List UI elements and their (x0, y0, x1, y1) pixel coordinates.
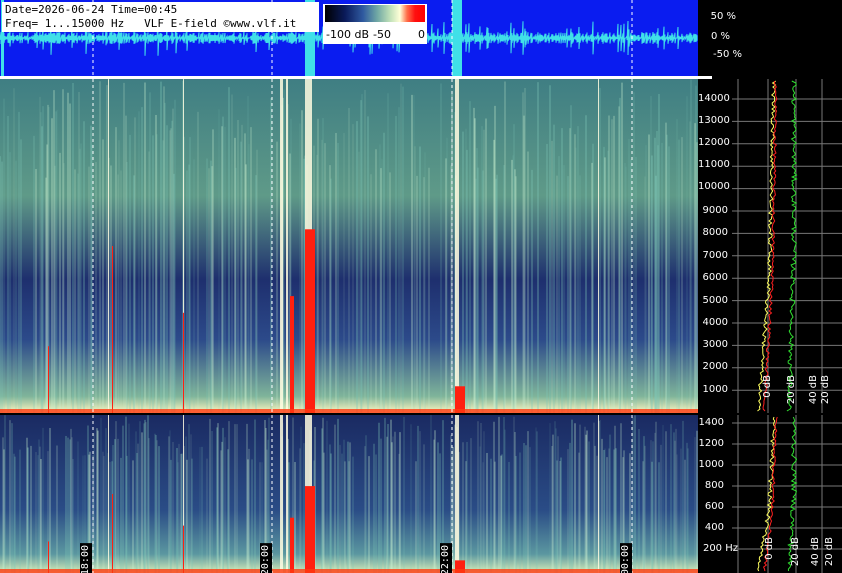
freq-label: 2000 (702, 361, 728, 372)
date-time-label: Date=2026-06-24 Time=00:45 (5, 3, 178, 16)
colorbar-label-max: 0 (418, 28, 425, 41)
vlf-spectrogram-display: Date=2026-06-24 Time=00:45 Freq= 1...1500… (0, 0, 842, 573)
pct-label-0: 0 % (710, 31, 730, 42)
average-spectrum-full-band: 14000 13000 12000 11000 10000 9000 8000 … (698, 79, 842, 413)
pct-label-50: 50 % (710, 11, 736, 22)
freq-source-label: Freq= 1...15000 Hz VLF E-field ©www.vlf.… (5, 17, 297, 30)
db-label: 40 dB (808, 375, 819, 405)
freq-label: 10000 (698, 181, 730, 192)
db-label: 0 dB (764, 537, 775, 560)
colorbar-label-min: -100 dB (326, 28, 369, 41)
freq-label: 3000 (702, 339, 728, 350)
time-mark-22: 22:00 (440, 543, 452, 573)
spectrogram-low-band: 18:00 20:00 22:00 00:00 (0, 415, 698, 573)
freq-label: 200 Hz (702, 543, 738, 554)
freq-label: 9000 (702, 205, 728, 216)
time-mark-20: 20:00 (260, 543, 272, 573)
freq-label: 8000 (702, 227, 728, 238)
freq-label: 1000 (702, 384, 728, 395)
freq-label: 400 (704, 522, 724, 533)
pct-label-minus50: -50 % (712, 49, 742, 60)
waveform-percent-axis: 50 % 0 % -50 % (698, 0, 842, 76)
freq-label: 1000 (698, 459, 724, 470)
waveform-panel: Date=2026-06-24 Time=00:45 Freq= 1...1500… (0, 0, 698, 76)
colorbar-label-mid: -50 (373, 28, 391, 41)
freq-label: 1400 (698, 417, 724, 428)
freq-label: 12000 (698, 137, 730, 148)
freq-label: 6000 (702, 272, 728, 283)
db-label: 20 dB (820, 375, 831, 405)
time-mark-18: 18:00 (80, 543, 92, 573)
spectrogram-low-band-image (0, 415, 698, 573)
freq-label: 4000 (702, 317, 728, 328)
spectrogram-full-band (0, 79, 698, 413)
freq-label: 14000 (698, 93, 730, 104)
db-label: 0 dB (762, 375, 773, 398)
freq-label: 1200 (698, 438, 724, 449)
freq-label: 600 (704, 501, 724, 512)
freq-label: 800 (704, 480, 724, 491)
freq-label: 7000 (702, 250, 728, 261)
freq-label: 11000 (698, 159, 730, 170)
average-spectrum-low-band: 1400 1200 1000 800 600 400 200 Hz 0 dB 2… (698, 415, 842, 573)
db-label: 20 dB (824, 537, 835, 567)
time-mark-00: 00:00 (620, 543, 632, 573)
freq-label: 13000 (698, 115, 730, 126)
spectrogram-full-band-image (0, 79, 698, 413)
colorbar-gradient (325, 5, 425, 22)
db-colorbar: -100 dB -50 0 (323, 4, 427, 44)
db-label: 40 dB (810, 537, 821, 567)
db-label: 20 dB (786, 375, 797, 405)
info-header: Date=2026-06-24 Time=00:45 Freq= 1...1500… (2, 2, 319, 32)
freq-label: 5000 (702, 295, 728, 306)
db-label: 20 dB (790, 537, 801, 567)
